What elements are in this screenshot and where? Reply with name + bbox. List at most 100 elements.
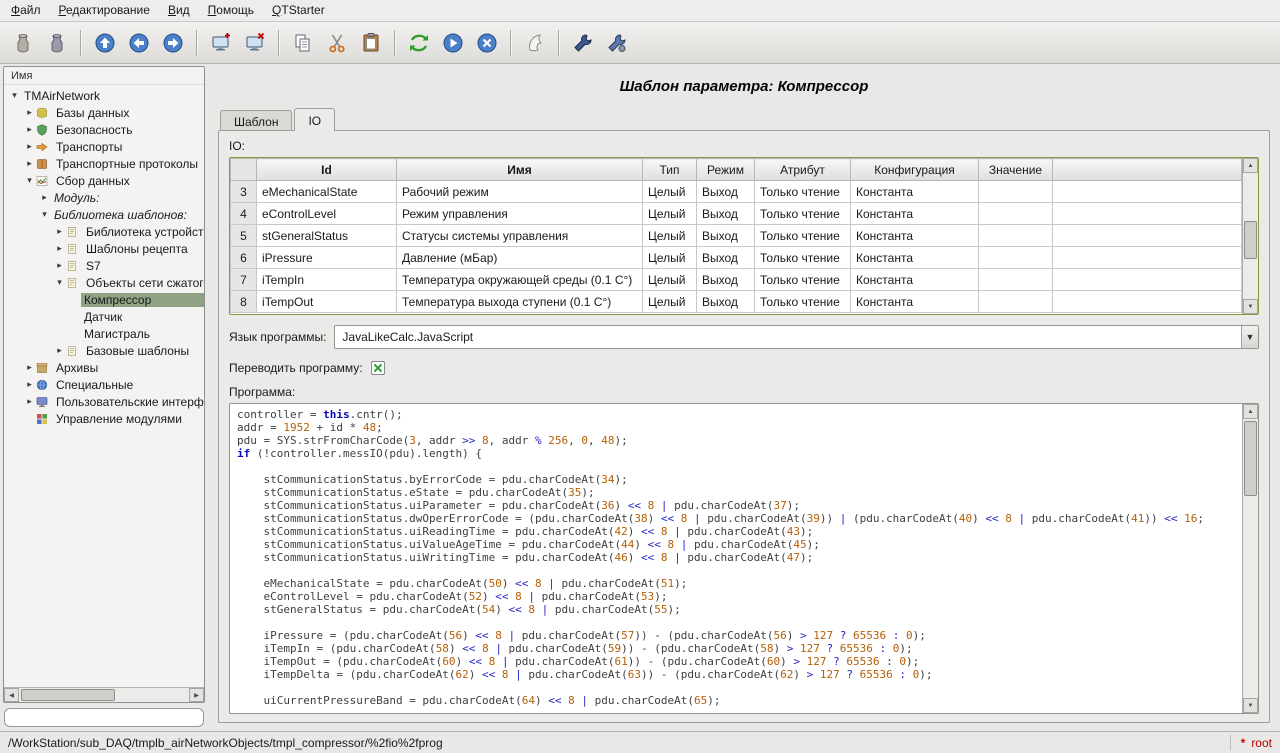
menu-qtstarter[interactable]: QTStarter	[263, 0, 334, 21]
cell-attr[interactable]: Только чтение	[755, 181, 851, 203]
table-row[interactable]: 3eMechanicalStateРабочий режимЦелыйВыход…	[231, 181, 1242, 203]
cell-mode[interactable]: Выход	[697, 181, 755, 203]
program-language-select[interactable]: JavaLikeCalc.JavaScript ▼	[334, 325, 1259, 349]
tree-column-header[interactable]: Имя	[4, 67, 204, 85]
cell-value[interactable]	[979, 269, 1053, 291]
tree-item-sensor[interactable]: Датчик	[4, 308, 204, 325]
cell-attr[interactable]: Только чтение	[755, 225, 851, 247]
expand-icon[interactable]: ▸	[23, 379, 36, 390]
program-code[interactable]: controller = this.cntr(); addr = 1952 + …	[230, 404, 1242, 711]
status-user[interactable]: root	[1251, 736, 1272, 750]
delete-item-button[interactable]	[239, 27, 271, 59]
editor-vertical-scrollbar[interactable]: ▲ ▼	[1242, 404, 1258, 713]
cell-name[interactable]: Температура окружающей среды (0.1 С°)	[397, 269, 643, 291]
expand-icon[interactable]: ▸	[23, 158, 36, 169]
tree-item-base-templates[interactable]: ▸Базовые шаблоны	[4, 342, 204, 359]
cell-id[interactable]: iPressure	[257, 247, 397, 269]
menu-view[interactable]: Вид	[159, 0, 199, 21]
scrollbar-track[interactable]	[1243, 173, 1258, 299]
menu-edit[interactable]: Редактирование	[50, 0, 159, 21]
tree-item-security[interactable]: ▸Безопасность	[4, 121, 204, 138]
column-header-name[interactable]: Имя	[397, 159, 643, 181]
stop-button[interactable]	[471, 27, 503, 59]
cell-config[interactable]: Константа	[851, 181, 979, 203]
table-row[interactable]: 6iPressureДавление (мБар)ЦелыйВыходТольк…	[231, 247, 1242, 269]
cell-config[interactable]: Константа	[851, 247, 979, 269]
collapse-icon[interactable]: ▾	[8, 90, 21, 101]
expand-icon[interactable]: ▸	[23, 396, 36, 407]
cell-attr[interactable]: Только чтение	[755, 291, 851, 313]
load-from-db-button[interactable]	[7, 27, 39, 59]
tool-1-button[interactable]	[567, 27, 599, 59]
tree-horizontal-scrollbar[interactable]: ◀ ▶	[4, 687, 204, 702]
table-row[interactable]: 8iTempOutТемпература выхода ступени (0.1…	[231, 291, 1242, 313]
cell-value[interactable]	[979, 291, 1053, 313]
go-back-button[interactable]	[123, 27, 155, 59]
tree-item-transports[interactable]: ▸Транспорты	[4, 138, 204, 155]
column-header-type[interactable]: Тип	[643, 159, 697, 181]
cell-id[interactable]: iTempIn	[257, 269, 397, 291]
tab-template[interactable]: Шаблон	[220, 110, 292, 130]
expand-icon[interactable]: ▸	[23, 107, 36, 118]
expand-icon[interactable]: ▸	[53, 345, 66, 356]
cell-mode[interactable]: Выход	[697, 247, 755, 269]
cell-id[interactable]: stGeneralStatus	[257, 225, 397, 247]
tree-item-databases[interactable]: ▸Базы данных	[4, 104, 204, 121]
cell-name[interactable]: Статусы системы управления	[397, 225, 643, 247]
collapse-icon[interactable]: ▾	[53, 277, 66, 288]
start-button[interactable]	[437, 27, 469, 59]
cell-value[interactable]	[979, 225, 1053, 247]
scrollbar-thumb[interactable]	[1244, 421, 1257, 496]
tree-item-recipe-templates[interactable]: ▸Шаблоны рецепта	[4, 240, 204, 257]
cell-id[interactable]: eControlLevel	[257, 203, 397, 225]
column-header-id[interactable]: Id	[257, 159, 397, 181]
cell-config[interactable]: Константа	[851, 203, 979, 225]
cell-attr[interactable]: Только чтение	[755, 247, 851, 269]
collapse-icon[interactable]: ▾	[23, 175, 36, 186]
tree-item-compressor[interactable]: Компрессор	[4, 291, 204, 308]
cell-type[interactable]: Целый	[643, 269, 697, 291]
scrollbar-thumb[interactable]	[21, 689, 115, 701]
scroll-up-icon[interactable]: ▲	[1243, 158, 1258, 173]
cut-item-button[interactable]	[321, 27, 353, 59]
translate-program-checkbox[interactable]	[371, 361, 385, 375]
table-row[interactable]: 4eControlLevelРежим управленияЦелыйВыход…	[231, 203, 1242, 225]
cell-config[interactable]: Константа	[851, 225, 979, 247]
cell-value[interactable]	[979, 203, 1053, 225]
clear-button[interactable]	[519, 27, 551, 59]
tree-item-air-network-objects[interactable]: ▾Объекты сети сжатого	[4, 274, 204, 291]
cell-config[interactable]: Константа	[851, 269, 979, 291]
expand-icon[interactable]: ▸	[53, 226, 66, 237]
copy-item-button[interactable]	[287, 27, 319, 59]
scrollbar-track[interactable]	[19, 688, 189, 702]
scrollbar-thumb[interactable]	[1244, 221, 1257, 259]
program-editor[interactable]: controller = this.cntr(); addr = 1952 + …	[229, 403, 1259, 714]
column-header-value[interactable]: Значение	[979, 159, 1053, 181]
tab-io[interactable]: IO	[294, 108, 335, 131]
expand-icon[interactable]: ▸	[23, 124, 36, 135]
tree-item-transport-protocols[interactable]: ▸Транспортные протоколы	[4, 155, 204, 172]
cell-name[interactable]: Режим управления	[397, 203, 643, 225]
cell-type[interactable]: Целый	[643, 247, 697, 269]
cell-type[interactable]: Целый	[643, 181, 697, 203]
tree-item-template-library[interactable]: ▾Библиотека шаблонов:	[4, 206, 204, 223]
table-row[interactable]: 5stGeneralStatusСтатусы системы управлен…	[231, 225, 1242, 247]
scroll-up-icon[interactable]: ▲	[1243, 404, 1258, 419]
cell-type[interactable]: Целый	[643, 291, 697, 313]
cell-name[interactable]: Давление (мБар)	[397, 247, 643, 269]
menu-help[interactable]: Помощь	[199, 0, 263, 21]
expand-icon[interactable]: ▸	[23, 362, 36, 373]
cell-value[interactable]	[979, 181, 1053, 203]
paste-item-button[interactable]	[355, 27, 387, 59]
cell-mode[interactable]: Выход	[697, 291, 755, 313]
cell-value[interactable]	[979, 247, 1053, 269]
cell-attr[interactable]: Только чтение	[755, 203, 851, 225]
column-header-config[interactable]: Конфигурация	[851, 159, 979, 181]
go-up-button[interactable]	[89, 27, 121, 59]
add-item-button[interactable]	[205, 27, 237, 59]
scroll-down-icon[interactable]: ▼	[1243, 299, 1258, 314]
scrollbar-track[interactable]	[1243, 419, 1258, 698]
tree-filter-input[interactable]	[4, 708, 204, 727]
tree-item-module[interactable]: ▸Модуль:	[4, 189, 204, 206]
tree-item-user-interfaces[interactable]: ▸Пользовательские интерфейсы	[4, 393, 204, 410]
